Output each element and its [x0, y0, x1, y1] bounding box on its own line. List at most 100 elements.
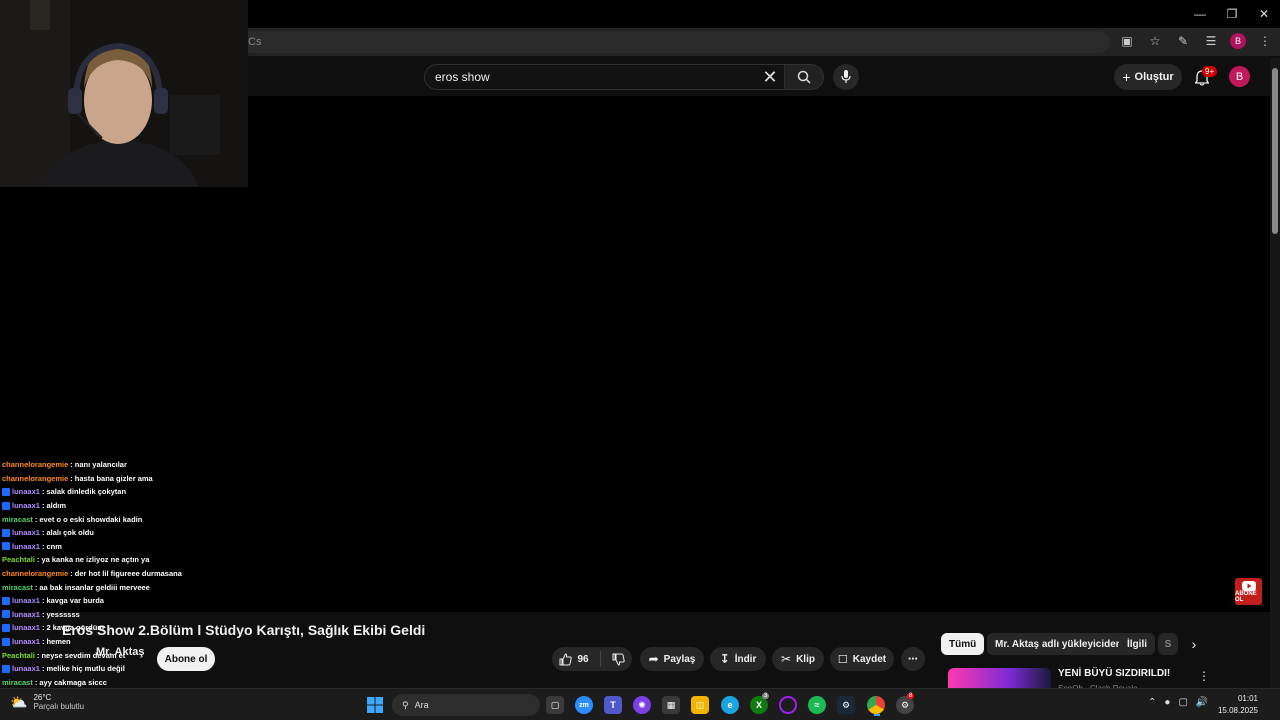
weather-widget[interactable]: ⛅ 26°C Parçalı bulutlu	[10, 693, 84, 711]
teams-icon[interactable]: T	[604, 696, 622, 714]
browser-toolbar-icons: ▣ ☆ ✎ ☰ B ⋮	[1118, 32, 1274, 50]
install-app-icon[interactable]: ▣	[1118, 32, 1136, 50]
clock[interactable]: 01:01 15.08.2025	[1218, 693, 1258, 717]
recommendation-menu-icon[interactable]: ⋮	[1198, 669, 1210, 683]
clock-date: 15.08.2025	[1217, 706, 1258, 715]
chip-more[interactable]: S	[1158, 633, 1178, 655]
streamer-webcam-image	[0, 0, 248, 187]
chat-text: nanı yalancılar	[74, 460, 127, 470]
taskbar-search-label: Ara	[414, 700, 429, 710]
taskbar-search[interactable]: ⚲ Ara	[392, 694, 540, 716]
browser-profile-avatar[interactable]: B	[1230, 33, 1246, 49]
play-logo-icon	[1241, 581, 1256, 591]
opera-icon[interactable]	[779, 696, 797, 714]
edge-icon[interactable]: e	[721, 696, 739, 714]
minimize-icon[interactable]: —	[1184, 0, 1216, 28]
chevron-right-icon[interactable]: ›	[1186, 636, 1202, 652]
recommendation-thumbnail[interactable]	[948, 668, 1051, 688]
chip-all[interactable]: Tümü	[941, 633, 985, 655]
chat-separator: :	[36, 555, 40, 565]
weather-description: Parçalı bulutlu	[33, 702, 85, 711]
bookmark-star-icon[interactable]: ☆	[1146, 32, 1164, 50]
chat-message: miracast: aa bak insanlar geldiii merveee	[2, 580, 302, 594]
recommendation-title[interactable]: YENİ BÜYÜ SIZDIRILDI!	[1058, 668, 1170, 679]
like-button[interactable]: 96	[559, 652, 589, 666]
chat-username: channelorangemie	[2, 569, 69, 579]
chat-username: miracast	[2, 514, 33, 524]
chat-text: der hot lil figureee durmasana	[74, 569, 182, 579]
microphone-icon	[841, 70, 851, 83]
task-view-icon[interactable]: ▢	[546, 696, 564, 714]
subscribe-button[interactable]: Abone ol	[157, 647, 215, 671]
chat-badge-icon	[2, 542, 10, 551]
share-button[interactable]: ➦ Paylaş	[640, 647, 704, 671]
media-control-icon[interactable]: ☰	[1202, 32, 1220, 50]
video-title: Eros Show 2.Bölüm l Stüdyo Karıştı, Sağl…	[62, 622, 426, 638]
search-input[interactable]: eros show	[424, 64, 784, 90]
browser-menu-icon[interactable]: ⋮	[1256, 32, 1274, 50]
chat-username: channelorangemie	[2, 473, 69, 483]
webcam-overlay	[0, 0, 248, 187]
copilot-icon[interactable]: ✺	[633, 696, 651, 714]
thumbs-down-icon[interactable]	[612, 653, 625, 666]
page-scrollbar[interactable]	[1270, 58, 1280, 688]
thumbs-up-icon	[559, 652, 573, 665]
chrome-icon[interactable]	[867, 696, 885, 714]
download-icon: ↧	[719, 652, 730, 666]
chat-separator: :	[41, 637, 45, 647]
search-icon	[797, 70, 811, 84]
zoom-icon[interactable]: zm	[575, 696, 593, 714]
chat-message: channelorangemie: hasta bana gizler ama	[2, 472, 302, 486]
chat-badge-icon	[2, 487, 10, 496]
chat-badge-icon	[2, 528, 10, 537]
chat-separator: :	[41, 664, 45, 674]
xbox-badge: 3	[762, 693, 770, 699]
save-label: Kaydet	[852, 653, 887, 665]
channel-name[interactable]: Mr. Aktaş	[96, 646, 145, 658]
chat-message: Peachtali: ya kanka ne izliyoz ne açtın y…	[2, 553, 302, 567]
spotify-icon[interactable]: ≈	[808, 696, 826, 714]
chat-text: cnm	[46, 541, 62, 551]
more-actions-button[interactable]: ⋯	[901, 647, 925, 671]
voice-search-button[interactable]	[833, 64, 859, 90]
close-window-icon[interactable]: ✕	[1248, 0, 1280, 28]
chat-separator: :	[41, 596, 45, 606]
scrollbar-thumb[interactable]	[1272, 68, 1278, 234]
chat-username: lunaax1	[12, 609, 40, 619]
download-button[interactable]: ↧ İndir	[710, 647, 766, 671]
account-avatar[interactable]: B	[1229, 66, 1250, 87]
chip-related[interactable]: İlgili	[1119, 633, 1155, 655]
subscribe-watermark[interactable]: ABONE OL	[1235, 578, 1262, 605]
chat-text: aldım	[46, 501, 67, 511]
chat-separator: :	[34, 514, 38, 524]
volume-icon[interactable]: 🔊	[1196, 697, 1208, 708]
weather-icon: ⛅	[10, 693, 28, 710]
search-button[interactable]	[784, 64, 824, 90]
display-icon[interactable]: ▢	[1178, 697, 1187, 708]
address-bar[interactable]: Cs	[240, 31, 1110, 53]
chip-from-uploader[interactable]: Mr. Aktaş adlı yükleyiciden	[987, 633, 1130, 655]
chat-username: lunaax1	[12, 623, 40, 633]
microphone-tray-icon[interactable]: ●	[1164, 697, 1170, 708]
restore-icon[interactable]: ❐	[1216, 0, 1248, 28]
chat-username: miracast	[2, 582, 33, 592]
save-button[interactable]: ☐ Kaydet	[830, 647, 894, 671]
like-count: 96	[577, 653, 589, 665]
clip-button[interactable]: ✂ Klip	[772, 647, 824, 671]
steam-icon[interactable]: ⚙	[837, 696, 855, 714]
chat-username: lunaax1	[12, 664, 40, 674]
clear-search-icon[interactable]: ✕	[758, 65, 782, 89]
tray-expand-icon[interactable]: ⌃	[1148, 697, 1156, 708]
extensions-icon[interactable]: ✎	[1174, 32, 1192, 50]
notification-count-badge: 9+	[1202, 66, 1218, 77]
file-explorer-icon[interactable]: ◫	[691, 696, 709, 714]
chat-message: miracast: evet o o eski showdaki kadin	[2, 512, 302, 526]
chat-badge-icon	[2, 637, 10, 646]
chat-text: hasta bana gizler ama	[74, 473, 153, 483]
plus-icon: +	[1122, 69, 1131, 85]
chat-separator: :	[70, 473, 73, 483]
chat-badge-icon	[2, 664, 10, 673]
create-button[interactable]: + Oluştur	[1114, 64, 1182, 90]
store-icon[interactable]: ▦	[662, 696, 680, 714]
start-icon[interactable]	[366, 696, 384, 714]
